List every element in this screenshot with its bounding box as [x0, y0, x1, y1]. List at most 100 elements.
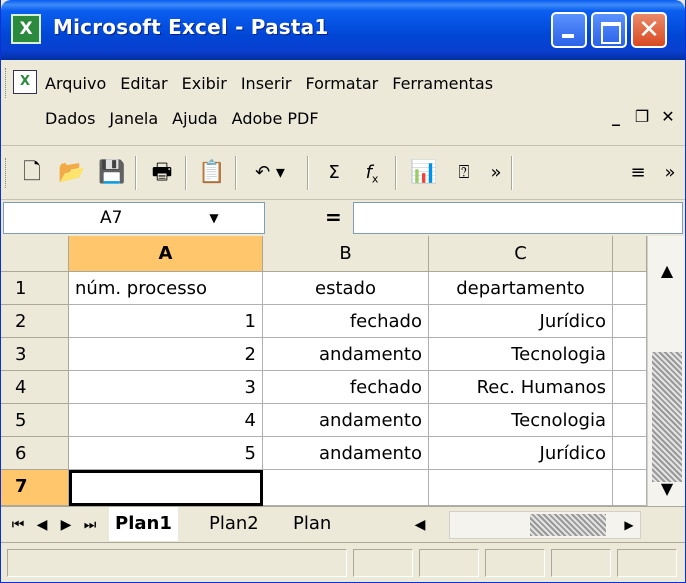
- cell-b1[interactable]: estado: [263, 272, 429, 305]
- menu-editar[interactable]: Editar: [120, 74, 167, 93]
- menu-ajuda[interactable]: Ajuda: [172, 109, 218, 128]
- last-sheet-icon[interactable]: ⏭: [79, 513, 101, 537]
- title-bar[interactable]: X Microsoft Excel - Pasta1 ✕: [1, 0, 685, 60]
- column-header-d[interactable]: [613, 236, 647, 272]
- cell-d1[interactable]: [613, 272, 647, 305]
- sheet-tab-plan1[interactable]: Plan1: [109, 507, 178, 541]
- formula-input[interactable]: [353, 202, 683, 234]
- horizontal-scrollbar[interactable]: ▶: [449, 511, 641, 539]
- name-box[interactable]: A7 ▼: [3, 202, 265, 234]
- doc-close-icon[interactable]: ✕: [657, 106, 679, 128]
- cell-b7[interactable]: [263, 470, 429, 506]
- cell-a6[interactable]: 5: [69, 437, 263, 470]
- prev-sheet-icon[interactable]: ◀: [31, 513, 53, 537]
- workbook-icon[interactable]: X: [13, 70, 37, 94]
- save-icon[interactable]: 💾: [95, 156, 129, 190]
- toolbar-separator: [235, 156, 237, 190]
- cell-d6[interactable]: [613, 437, 647, 470]
- menu-bar: X Arquivo Editar Exibir Inserir Formatar…: [1, 60, 685, 146]
- paste-icon[interactable]: 📋: [195, 156, 229, 190]
- select-all-corner[interactable]: [1, 236, 69, 272]
- cell-b4[interactable]: fechado: [263, 371, 429, 404]
- menu-ferramentas[interactable]: Ferramentas: [392, 74, 493, 93]
- cell-d3[interactable]: [613, 338, 647, 371]
- toolbar-separator: [307, 156, 309, 190]
- row-header-6[interactable]: 6: [1, 437, 69, 470]
- cell-c6[interactable]: Jurídico: [429, 437, 613, 470]
- print-icon[interactable]: 🖶: [145, 156, 179, 190]
- more-icon[interactable]: »: [479, 156, 513, 190]
- cell-d4[interactable]: [613, 371, 647, 404]
- cell-d5[interactable]: [613, 404, 647, 437]
- toolbar-grip[interactable]: [5, 158, 9, 188]
- align-icon[interactable]: ≡: [621, 156, 655, 190]
- cell-b2[interactable]: fechado: [263, 305, 429, 338]
- status-panel: [485, 549, 545, 577]
- column-header-b[interactable]: B: [263, 236, 429, 272]
- menu-exibir[interactable]: Exibir: [182, 74, 227, 93]
- cell-a3[interactable]: 2: [69, 338, 263, 371]
- vertical-scrollbar[interactable]: ▲ ▼: [647, 236, 685, 506]
- scroll-right-icon[interactable]: ▶: [618, 512, 640, 538]
- menu-dados[interactable]: Dados: [45, 109, 95, 128]
- cell-c2[interactable]: Jurídico: [429, 305, 613, 338]
- vertical-scroll-thumb[interactable]: [652, 352, 682, 482]
- cell-a4[interactable]: 3: [69, 371, 263, 404]
- cell-c7[interactable]: [429, 470, 613, 506]
- doc-restore-icon[interactable]: ❐: [631, 106, 653, 128]
- status-panel: [353, 549, 413, 577]
- row-header-3[interactable]: 3: [1, 338, 69, 371]
- menu-inserir[interactable]: Inserir: [241, 74, 292, 93]
- chart-wizard-icon[interactable]: 📊: [407, 156, 441, 190]
- tab-scroll-left-icon[interactable]: ◀: [409, 513, 431, 537]
- cell-c4[interactable]: Rec. Humanos: [429, 371, 613, 404]
- menu-formatar[interactable]: Formatar: [305, 74, 378, 93]
- sheet-tab-plan2[interactable]: Plan2: [203, 507, 265, 541]
- close-button[interactable]: ✕: [631, 12, 667, 48]
- cell-c5[interactable]: Tecnologia: [429, 404, 613, 437]
- help-icon[interactable]: ⍰: [447, 156, 481, 190]
- doc-minimize-icon[interactable]: _: [605, 106, 627, 128]
- menu-grip[interactable]: [5, 68, 9, 98]
- row-header-2[interactable]: 2: [1, 305, 69, 338]
- cell-a5[interactable]: 4: [69, 404, 263, 437]
- chevron-down-icon[interactable]: ▼: [204, 207, 224, 229]
- scroll-down-icon[interactable]: ▼: [650, 472, 684, 506]
- cell-b6[interactable]: andamento: [263, 437, 429, 470]
- function-icon[interactable]: fx: [355, 156, 389, 190]
- sheet-tab-plan3[interactable]: Plan: [287, 507, 337, 541]
- cell-b5[interactable]: andamento: [263, 404, 429, 437]
- row-header-5[interactable]: 5: [1, 404, 69, 437]
- status-panel-main: [7, 549, 347, 577]
- sheet-tab-bar: ⏮ ◀ ▶ ⏭ Plan1 Plan2 Plan ◀ ▶: [1, 506, 685, 542]
- cell-b3[interactable]: andamento: [263, 338, 429, 371]
- next-sheet-icon[interactable]: ▶: [55, 513, 77, 537]
- cell-a2[interactable]: 1: [69, 305, 263, 338]
- worksheet-grid: A B C 1 núm. processo estado departament…: [1, 236, 685, 506]
- excel-icon[interactable]: X: [11, 14, 41, 44]
- scroll-up-icon[interactable]: ▲: [650, 254, 684, 288]
- cell-c3[interactable]: Tecnologia: [429, 338, 613, 371]
- sum-icon[interactable]: Σ: [317, 156, 351, 190]
- horizontal-scroll-thumb[interactable]: [530, 514, 606, 536]
- cell-d7[interactable]: [613, 470, 647, 506]
- maximize-button[interactable]: [591, 12, 627, 48]
- row-header-7[interactable]: 7: [1, 470, 69, 506]
- open-icon[interactable]: 📂: [55, 156, 89, 190]
- menu-arquivo[interactable]: Arquivo: [45, 74, 106, 93]
- first-sheet-icon[interactable]: ⏮: [7, 513, 29, 537]
- row-header-1[interactable]: 1: [1, 272, 69, 305]
- cell-d2[interactable]: [613, 305, 647, 338]
- column-header-c[interactable]: C: [429, 236, 613, 272]
- new-icon[interactable]: 🗋: [15, 156, 49, 190]
- undo-icon[interactable]: ↶ ▾: [253, 156, 287, 190]
- cell-a1[interactable]: núm. processo: [69, 272, 263, 305]
- column-header-a[interactable]: A: [69, 236, 263, 272]
- minimize-button[interactable]: [551, 12, 587, 48]
- cell-c1[interactable]: departamento: [429, 272, 613, 305]
- cell-a7-selected[interactable]: [69, 470, 263, 506]
- more-icon[interactable]: »: [653, 156, 686, 190]
- menu-janela[interactable]: Janela: [109, 109, 158, 128]
- row-header-4[interactable]: 4: [1, 371, 69, 404]
- menu-adobe-pdf[interactable]: Adobe PDF: [232, 109, 319, 128]
